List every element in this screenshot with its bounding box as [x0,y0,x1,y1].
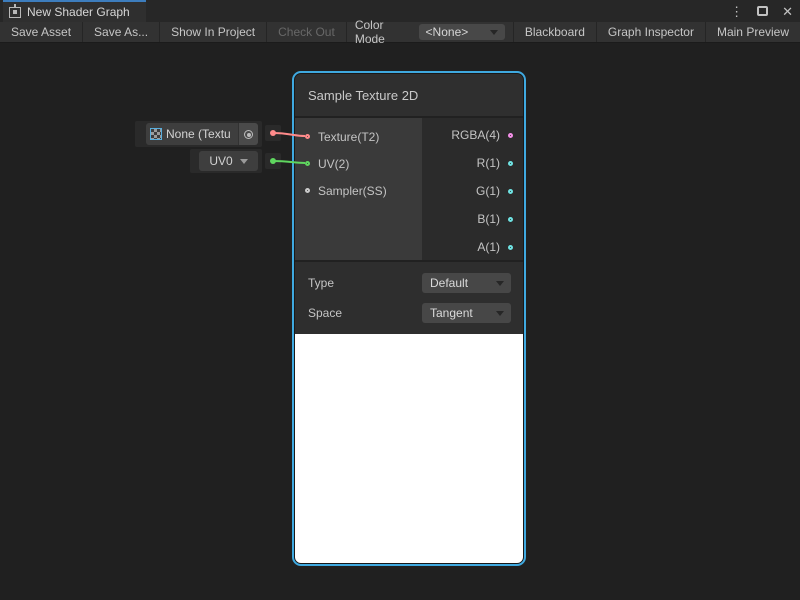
output-port-g: G(1) [422,177,523,205]
texture-input-widget: None (Textu [135,121,262,147]
port-icon[interactable] [305,161,310,166]
uv-channel-value: UV0 [209,154,232,168]
type-value: Default [430,276,468,290]
window-controls: ⋮ ✕ [730,0,793,22]
object-picker-icon [244,130,253,139]
node-sample-texture-2d[interactable]: Sample Texture 2D Texture(T2) UV(2) Samp… [292,71,526,566]
node-controls: Type Default Space Tangent [295,260,523,334]
uv-edge-dot [270,158,276,164]
texture-object-value: None (Textu [166,127,238,141]
space-value: Tangent [430,306,473,320]
control-row-space: Space Tangent [295,298,523,328]
texture-2d-icon [150,128,162,140]
port-label: Sampler(SS) [318,184,387,198]
texture-edge-stub [265,125,281,141]
maximize-icon[interactable] [757,6,768,16]
graph-toolbar: Save Asset Save As... Show In Project Ch… [0,22,800,43]
input-port-uv: UV(2) [295,150,422,177]
uv-edge-stub [265,153,281,169]
toolbar-right-group: Color Mode <None> Blackboard Graph Inspe… [347,22,800,42]
control-label: Type [308,276,334,290]
shader-graph-asset-icon [9,7,21,18]
chevron-down-icon [496,311,504,316]
port-label: G(1) [476,184,500,198]
output-port-a: A(1) [422,233,523,261]
control-label: Space [308,306,342,320]
check-out-button[interactable]: Check Out [267,22,347,42]
tab-new-shader-graph[interactable]: New Shader Graph [3,0,146,22]
port-icon[interactable] [508,189,513,194]
texture-edge-dot [270,130,276,136]
close-icon[interactable]: ✕ [782,5,793,18]
port-label: UV(2) [318,157,349,171]
shader-graph-window: New Shader Graph ⋮ ✕ Save Asset Save As.… [0,0,800,600]
color-mode-dropdown[interactable]: <None> [419,24,505,40]
tab-title: New Shader Graph [27,5,130,19]
output-port-b: B(1) [422,205,523,233]
output-port-r: R(1) [422,149,523,177]
output-ports: RGBA(4) R(1) G(1) B(1) [422,118,523,260]
port-icon[interactable] [508,161,513,166]
chevron-down-icon [496,281,504,286]
input-port-sampler: Sampler(SS) [295,177,422,204]
port-icon[interactable] [305,188,310,193]
color-mode-label: Color Mode [347,22,419,42]
control-row-type: Type Default [295,268,523,298]
graph-inspector-button[interactable]: Graph Inspector [596,22,705,42]
window-menu-icon[interactable]: ⋮ [730,5,743,18]
uv-input-widget: UV0 [190,149,262,173]
save-asset-button[interactable]: Save Asset [0,22,83,42]
save-as-button[interactable]: Save As... [83,22,160,42]
node-preview [295,334,523,563]
input-port-texture: Texture(T2) [295,123,422,150]
node-ports: Texture(T2) UV(2) Sampler(SS) RGBA(4) [295,118,523,260]
show-in-project-button[interactable]: Show In Project [160,22,267,42]
port-icon[interactable] [508,217,513,222]
object-picker-button[interactable] [238,123,258,145]
chevron-down-icon [490,30,498,35]
blackboard-button[interactable]: Blackboard [513,22,596,42]
port-label: B(1) [477,212,500,226]
uv-channel-dropdown[interactable]: UV0 [199,151,258,171]
color-mode-value: <None> [426,25,469,39]
port-icon[interactable] [305,134,310,139]
type-dropdown[interactable]: Default [422,273,511,293]
input-ports: Texture(T2) UV(2) Sampler(SS) [295,118,422,260]
node-body: Sample Texture 2D Texture(T2) UV(2) Samp… [295,74,523,563]
port-label: A(1) [477,240,500,254]
port-icon[interactable] [508,133,513,138]
node-title[interactable]: Sample Texture 2D [295,74,523,118]
port-icon[interactable] [508,245,513,250]
space-dropdown[interactable]: Tangent [422,303,511,323]
main-preview-button[interactable]: Main Preview [705,22,800,42]
texture-object-field[interactable]: None (Textu [146,123,258,145]
port-label: RGBA(4) [451,128,500,142]
output-port-rgba: RGBA(4) [422,121,523,149]
port-label: Texture(T2) [318,130,379,144]
chevron-down-icon [240,159,248,164]
port-label: R(1) [477,156,500,170]
